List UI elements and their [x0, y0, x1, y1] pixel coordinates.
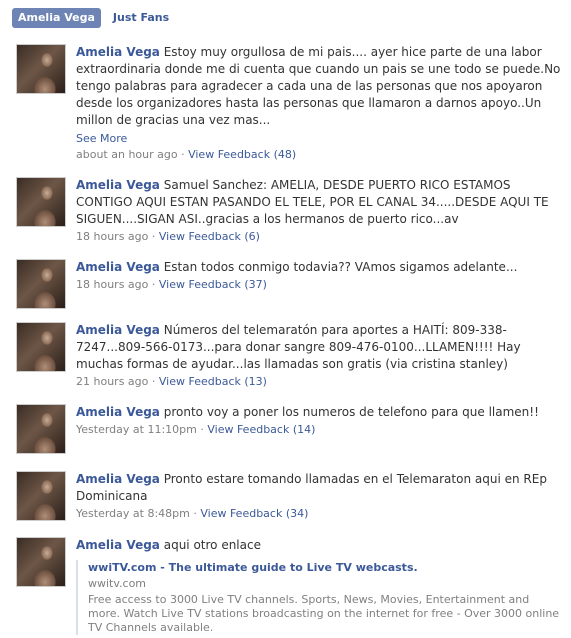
view-feedback-link[interactable]: View Feedback (34): [200, 507, 308, 520]
story-message: Amelia Vega Pronto estare tomando llamad…: [76, 471, 564, 505]
view-feedback-link[interactable]: View Feedback (37): [159, 278, 267, 291]
story-meta: about an hour ago · View Feedback (48): [76, 148, 297, 161]
author-link[interactable]: Amelia Vega: [76, 538, 160, 552]
profile-picture[interactable]: [16, 44, 66, 94]
story-message: Amelia Vega aqui otro enlace: [76, 537, 564, 554]
story-meta: 18 hours ago · View Feedback (6): [76, 230, 260, 243]
profile-picture[interactable]: [16, 177, 66, 227]
author-link[interactable]: Amelia Vega: [76, 472, 160, 486]
link-description: Free access to 3000 Live TV channels. Sp…: [88, 593, 560, 634]
story-meta: Yesterday at 11:10pm · View Feedback (14…: [76, 423, 316, 436]
author-link[interactable]: Amelia Vega: [76, 178, 160, 192]
story-timestamp: Yesterday at 8:48pm: [76, 507, 190, 520]
profile-picture[interactable]: [16, 322, 66, 372]
story-timestamp: 21 hours ago: [76, 375, 149, 388]
link-domain: wwitv.com: [88, 577, 147, 590]
story-timestamp: 18 hours ago: [76, 230, 149, 243]
view-feedback-link[interactable]: View Feedback (48): [188, 148, 296, 161]
story-message: Amelia Vega Samuel Sanchez: AMELIA, DESD…: [76, 177, 564, 228]
story-message: Amelia Vega Estoy muy orgullosa de mi pa…: [76, 44, 564, 129]
story-meta: Yesterday at 8:48pm · View Feedback (34): [76, 507, 309, 520]
story-timestamp: Yesterday at 11:10pm: [76, 423, 197, 436]
profile-picture[interactable]: [16, 259, 66, 309]
story-timestamp: about an hour ago: [76, 148, 178, 161]
story-meta: 18 hours ago · View Feedback (37): [76, 278, 267, 291]
story-timestamp: 18 hours ago: [76, 278, 149, 291]
tab-amelia-vega[interactable]: Amelia Vega: [12, 8, 101, 28]
story-text: Estan todos conmigo todavia?? VAmos siga…: [163, 260, 518, 274]
view-feedback-link[interactable]: View Feedback (6): [159, 230, 260, 243]
author-link[interactable]: Amelia Vega: [76, 260, 160, 274]
profile-picture[interactable]: [16, 537, 66, 587]
story-text: aqui otro enlace: [163, 538, 261, 552]
author-link[interactable]: Amelia Vega: [76, 45, 160, 59]
story-message: Amelia Vega Estan todos conmigo todavia?…: [76, 259, 564, 276]
story-message: Amelia Vega pronto voy a poner los numer…: [76, 404, 564, 421]
profile-picture[interactable]: [16, 471, 66, 521]
profile-picture[interactable]: [16, 404, 66, 454]
profile-tabs: Amelia Vega Just Fans: [12, 8, 181, 28]
story-text: pronto voy a poner los numeros de telefo…: [163, 405, 539, 419]
story-meta: 21 hours ago · View Feedback (13): [76, 375, 267, 388]
link-title[interactable]: wwiTV.com - The ultimate guide to Live T…: [88, 560, 564, 575]
see-more-link[interactable]: See More: [76, 131, 564, 146]
view-feedback-link[interactable]: View Feedback (13): [159, 375, 267, 388]
shared-link-attachment: wwiTV.com - The ultimate guide to Live T…: [76, 560, 564, 635]
author-link[interactable]: Amelia Vega: [76, 405, 160, 419]
view-feedback-link[interactable]: View Feedback (14): [207, 423, 315, 436]
author-link[interactable]: Amelia Vega: [76, 323, 160, 337]
tab-just-fans[interactable]: Just Fans: [107, 8, 175, 28]
story-message: Amelia Vega Números del telemaratón para…: [76, 322, 564, 373]
